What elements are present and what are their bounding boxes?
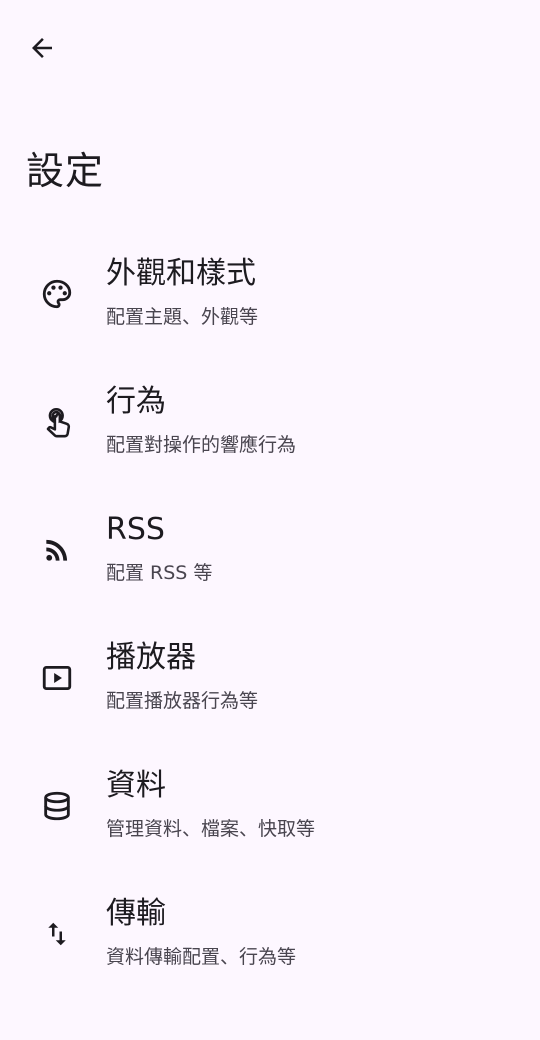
item-subtitle: 資料傳輸配置、行為等	[106, 946, 297, 968]
item-title: 傳輸	[106, 896, 166, 931]
item-title: 播放器	[106, 640, 196, 675]
settings-item-rss[interactable]: RSS 配置 RSS 等	[0, 496, 540, 624]
item-subtitle: 管理資料、檔案、快取等	[106, 818, 316, 840]
settings-item-player[interactable]: 播放器 配置播放器行為等	[0, 624, 540, 752]
settings-item-transfer[interactable]: 傳輸 資料傳輸配置、行為等	[0, 880, 540, 1008]
item-title: 外觀和樣式	[106, 256, 256, 291]
item-title: 資料	[106, 768, 166, 803]
item-subtitle: 配置對操作的響應行為	[106, 434, 297, 456]
touch-icon	[37, 402, 77, 442]
page-title: 設定	[26, 149, 105, 193]
arrow-back-icon	[27, 33, 57, 63]
rss-feed-icon	[37, 530, 77, 570]
item-subtitle: 配置 RSS 等	[106, 562, 213, 584]
settings-item-data[interactable]: 資料 管理資料、檔案、快取等	[0, 752, 540, 880]
item-title: RSS	[106, 512, 165, 547]
settings-item-appearance[interactable]: 外觀和樣式 配置主題、外觀等	[0, 240, 540, 368]
back-button[interactable]	[18, 24, 66, 72]
settings-list: 外觀和樣式 配置主題、外觀等 行為 配置對操作的響應行為 RSS 配置 RSS …	[0, 240, 540, 1008]
settings-item-behavior[interactable]: 行為 配置對操作的響應行為	[0, 368, 540, 496]
database-icon	[37, 786, 77, 826]
item-subtitle: 配置播放器行為等	[106, 690, 259, 712]
settings-screen: 設定 外觀和樣式 配置主題、外觀等 行為 配置對操作的響應行為 RSS 配置 R…	[0, 0, 540, 1040]
item-subtitle: 配置主題、外觀等	[106, 306, 259, 328]
play-box-icon	[37, 658, 77, 698]
item-title: 行為	[106, 384, 166, 419]
palette-icon	[37, 274, 77, 314]
swap-vertical-icon	[37, 914, 77, 954]
